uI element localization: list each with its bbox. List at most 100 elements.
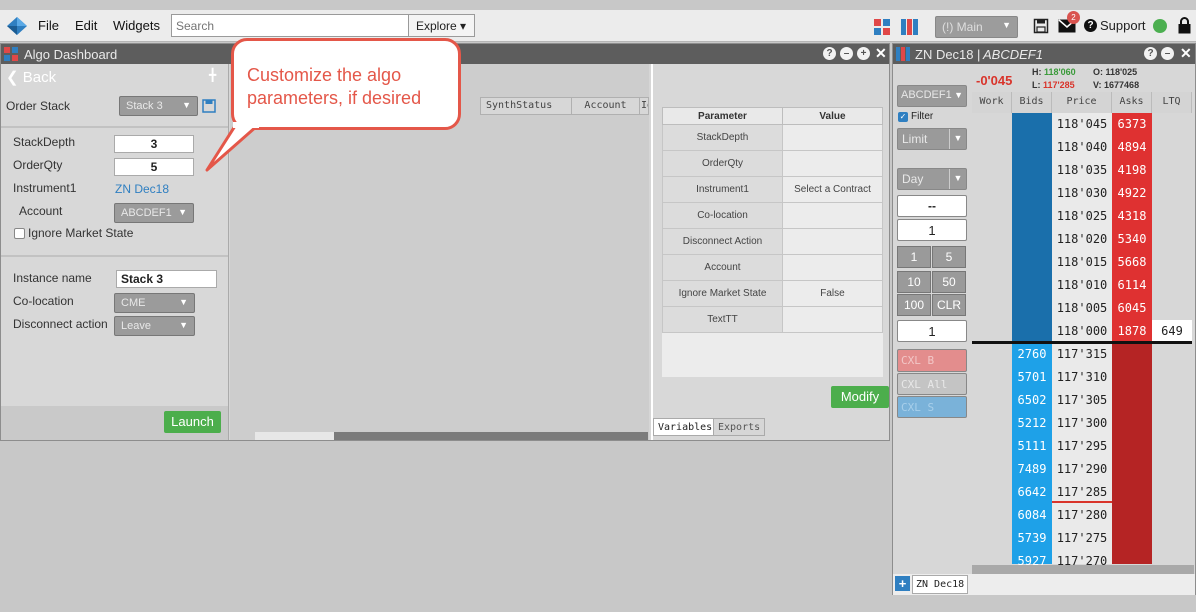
close-icon[interactable]: ✕ bbox=[875, 45, 887, 62]
column-synth-status[interactable]: SynthStatus bbox=[480, 97, 572, 115]
app-logo-icon[interactable] bbox=[6, 16, 28, 36]
cancel-all-button[interactable]: CXL All bbox=[897, 373, 967, 395]
cancel-sells-button[interactable]: CXL S bbox=[897, 396, 967, 418]
minimize-icon[interactable]: – bbox=[840, 47, 853, 60]
tab-exports[interactable]: Exports bbox=[713, 418, 766, 436]
ask-qty-cell[interactable]: 5668 bbox=[1112, 251, 1152, 274]
quantity-display[interactable]: 1 bbox=[897, 320, 967, 342]
price-cell[interactable]: 117'315 bbox=[1052, 343, 1112, 366]
order-qty-input[interactable]: 5 bbox=[114, 158, 194, 176]
ask-qty-cell[interactable]: 6045 bbox=[1112, 297, 1152, 320]
help-icon[interactable]: ? bbox=[1084, 19, 1097, 32]
price-cell[interactable]: 118'000 bbox=[1052, 320, 1112, 343]
order-type-dropdown[interactable]: Limit ▼ bbox=[897, 128, 967, 150]
param-value[interactable] bbox=[782, 124, 883, 151]
ignore-market-state-checkbox[interactable] bbox=[14, 228, 25, 239]
disconnect-action-dropdown[interactable]: Leave ▼ bbox=[114, 316, 195, 336]
price-cell[interactable]: 117'290 bbox=[1052, 458, 1112, 481]
price-cell[interactable]: 117'310 bbox=[1052, 366, 1112, 389]
price-cell[interactable]: 118'005 bbox=[1052, 297, 1112, 320]
ladder-titlebar[interactable]: ZN Dec18 | ABCDEF1 ? – ✕ bbox=[893, 44, 1195, 64]
param-value[interactable]: False bbox=[782, 280, 883, 307]
instance-name-input[interactable]: Stack 3 bbox=[116, 270, 217, 288]
account-dropdown[interactable]: ABCDEF1 ▼ bbox=[114, 203, 194, 223]
order-stack-dropdown[interactable]: Stack 3 ▼ bbox=[119, 96, 198, 116]
bid-qty-cell[interactable]: 2760 bbox=[1012, 343, 1052, 366]
help-icon[interactable]: ? bbox=[1144, 47, 1157, 60]
qty-button-1[interactable]: 1 bbox=[897, 246, 931, 268]
price-input[interactable]: -- bbox=[897, 195, 967, 217]
price-cell[interactable]: 118'015 bbox=[1052, 251, 1112, 274]
price-cell[interactable]: 117'280 bbox=[1052, 504, 1112, 527]
price-cell[interactable]: 118'030 bbox=[1052, 182, 1112, 205]
bid-qty-cell[interactable]: 5701 bbox=[1012, 366, 1052, 389]
ask-qty-cell[interactable]: 4318 bbox=[1112, 205, 1152, 228]
qty-button-5[interactable]: 5 bbox=[932, 246, 966, 268]
minimize-icon[interactable]: – bbox=[1161, 47, 1174, 60]
save-icon[interactable] bbox=[202, 99, 216, 113]
param-value[interactable] bbox=[782, 306, 883, 333]
account-dropdown[interactable]: ABCDEF1 ▼ bbox=[897, 85, 967, 107]
pin-icon[interactable]: ╋ bbox=[209, 68, 216, 82]
menu-file[interactable]: File bbox=[38, 18, 59, 33]
column-id[interactable]: Id bbox=[639, 97, 649, 115]
grid-layout-icon[interactable] bbox=[874, 19, 890, 35]
param-value[interactable] bbox=[782, 150, 883, 177]
qty-button-10[interactable]: 10 bbox=[897, 271, 931, 293]
param-value[interactable] bbox=[782, 228, 883, 255]
param-value[interactable] bbox=[782, 202, 883, 229]
tif-dropdown[interactable]: Day ▼ bbox=[897, 168, 967, 190]
lock-icon[interactable] bbox=[1178, 17, 1191, 34]
ask-qty-cell[interactable]: 5340 bbox=[1112, 228, 1152, 251]
price-cell[interactable]: 118'035 bbox=[1052, 159, 1112, 182]
ask-qty-cell[interactable]: 1878 bbox=[1112, 320, 1152, 343]
price-cell[interactable]: 118'040 bbox=[1052, 136, 1112, 159]
bid-qty-cell[interactable]: 7489 bbox=[1012, 458, 1052, 481]
price-cell[interactable]: 117'305 bbox=[1052, 389, 1112, 412]
qty-clear-button[interactable]: CLR bbox=[932, 294, 966, 316]
menu-widgets[interactable]: Widgets bbox=[113, 18, 160, 33]
price-cell[interactable]: 117'300 bbox=[1052, 412, 1112, 435]
scroll-thumb[interactable] bbox=[255, 432, 334, 440]
add-tab-icon[interactable]: + bbox=[895, 576, 910, 591]
ask-empty-zone[interactable] bbox=[1112, 343, 1152, 564]
back-button[interactable]: ❮ Back bbox=[6, 68, 56, 86]
column-account[interactable]: Account bbox=[571, 97, 640, 115]
price-cell[interactable]: 117'275 bbox=[1052, 527, 1112, 550]
bid-qty-cell[interactable]: 6084 bbox=[1012, 504, 1052, 527]
close-icon[interactable]: ✕ bbox=[1180, 45, 1192, 62]
explore-button[interactable]: Explore ▾ bbox=[408, 14, 475, 37]
qty-button-100[interactable]: 100 bbox=[897, 294, 931, 316]
modify-button[interactable]: Modify bbox=[831, 386, 889, 408]
ask-qty-cell[interactable]: 4198 bbox=[1112, 159, 1152, 182]
price-cell[interactable]: 118'045 bbox=[1052, 113, 1112, 136]
bid-empty-zone[interactable] bbox=[1012, 113, 1052, 343]
horizontal-scrollbar[interactable] bbox=[255, 432, 648, 440]
work-column[interactable] bbox=[972, 113, 1012, 564]
tab-variables[interactable]: Variables bbox=[653, 418, 718, 436]
param-value[interactable] bbox=[782, 254, 883, 281]
quantity-input[interactable]: 1 bbox=[897, 219, 967, 241]
bid-qty-cell[interactable]: 6642 bbox=[1012, 481, 1052, 504]
ladder-layout-icon[interactable] bbox=[901, 19, 918, 35]
ask-qty-cell[interactable]: 6114 bbox=[1112, 274, 1152, 297]
stack-depth-input[interactable]: 3 bbox=[114, 135, 194, 153]
cancel-buys-button[interactable]: CXL B bbox=[897, 349, 967, 372]
qty-button-50[interactable]: 50 bbox=[932, 271, 966, 293]
save-icon[interactable] bbox=[1033, 18, 1049, 34]
bid-qty-cell[interactable]: 6502 bbox=[1012, 389, 1052, 412]
workspace-dropdown[interactable]: (!) Main ▼ bbox=[935, 16, 1018, 38]
ask-qty-cell[interactable]: 4922 bbox=[1112, 182, 1152, 205]
support-link[interactable]: Support bbox=[1100, 18, 1146, 33]
price-cell[interactable]: 118'025 bbox=[1052, 205, 1112, 228]
tab-instrument[interactable]: ZN Dec18 bbox=[912, 575, 969, 594]
param-value[interactable]: Select a Contract bbox=[782, 176, 883, 203]
instrument-link[interactable]: ZN Dec18 bbox=[115, 182, 169, 196]
price-cell[interactable]: 118'020 bbox=[1052, 228, 1112, 251]
help-icon[interactable]: ? bbox=[823, 47, 836, 60]
menu-edit[interactable]: Edit bbox=[75, 18, 97, 33]
ladder-scrollbar[interactable] bbox=[972, 565, 1194, 574]
ask-qty-cell[interactable]: 4894 bbox=[1112, 136, 1152, 159]
search-input[interactable] bbox=[171, 14, 409, 37]
ask-qty-cell[interactable]: 6373 bbox=[1112, 113, 1152, 136]
